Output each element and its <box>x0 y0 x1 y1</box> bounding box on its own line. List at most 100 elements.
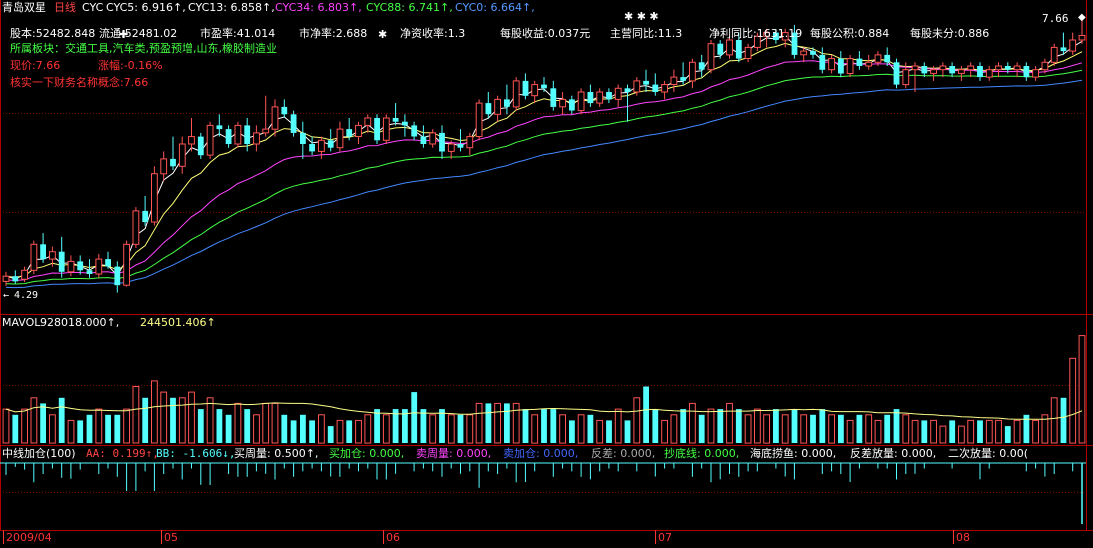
volume-bar-down[interactable] <box>290 420 297 443</box>
volume-bar-down[interactable] <box>170 397 176 443</box>
volume-bar-down[interactable] <box>12 414 19 444</box>
volume-bar-down[interactable] <box>587 414 594 444</box>
volume-bar-down[interactable] <box>420 409 427 443</box>
volume-bar-down[interactable] <box>680 409 687 443</box>
volume-bar-down[interactable] <box>281 414 288 444</box>
volume-bar-down[interactable] <box>810 414 816 444</box>
volume-bar-up[interactable] <box>1078 335 1086 444</box>
volume-bar-up[interactable] <box>30 397 38 444</box>
candle[interactable] <box>197 132 204 159</box>
volume-bar-down[interactable] <box>114 414 121 444</box>
candle[interactable] <box>846 54 854 78</box>
volume-bar-up[interactable] <box>531 414 539 444</box>
volume-bar-up[interactable] <box>865 414 873 444</box>
candle[interactable] <box>290 110 297 137</box>
stock-name[interactable]: 青岛双星 <box>2 0 46 14</box>
candle[interactable] <box>577 88 585 115</box>
volume-bar-up[interactable] <box>967 419 975 444</box>
candle[interactable] <box>206 121 214 159</box>
volume-bar-up[interactable] <box>95 408 103 444</box>
volume-bar-down[interactable] <box>439 409 445 443</box>
volume-bar-up[interactable] <box>151 380 158 444</box>
volume-bar-up[interactable] <box>475 402 483 444</box>
volume-bar-up[interactable] <box>49 414 56 444</box>
volume-bar-down[interactable] <box>225 414 232 444</box>
volume-bar-up[interactable] <box>1032 419 1039 444</box>
volume-bar-up[interactable] <box>494 402 502 444</box>
volume-bar-up[interactable] <box>447 414 455 444</box>
volume-bar-down[interactable] <box>1004 426 1011 443</box>
candle[interactable] <box>1050 43 1058 66</box>
volume-bar-up[interactable] <box>763 414 771 444</box>
volume-bar-down[interactable] <box>977 420 983 443</box>
volume-bar-down[interactable] <box>142 397 149 443</box>
candle[interactable] <box>512 77 520 111</box>
volume-bar-down[interactable] <box>643 386 649 444</box>
period-label[interactable]: 日线 <box>54 0 76 14</box>
volume-bar-down[interactable] <box>735 409 742 443</box>
volume-bar-down[interactable] <box>309 420 315 443</box>
volume-bar-down[interactable] <box>949 420 956 443</box>
volume-bar-up[interactable] <box>985 419 993 444</box>
volume-bar-down[interactable] <box>893 409 900 443</box>
volume-bar-down[interactable] <box>300 414 306 444</box>
volume-bar-up[interactable] <box>466 414 474 444</box>
volume-bar-up[interactable] <box>670 414 678 444</box>
volume-bar-up[interactable] <box>781 414 789 444</box>
volume-bar-up[interactable] <box>754 408 761 444</box>
volume-bar-up[interactable] <box>364 414 372 444</box>
volume-bar-down[interactable] <box>327 426 334 443</box>
volume-bar-up[interactable] <box>689 402 696 444</box>
volume-bar-down[interactable] <box>216 409 223 443</box>
volume-bar-down[interactable] <box>105 414 111 444</box>
volume-bar-up[interactable] <box>911 419 919 444</box>
volume-bar-down[interactable] <box>485 403 492 443</box>
candle[interactable] <box>475 99 483 141</box>
volume-bar-up[interactable] <box>958 425 965 444</box>
volume-bar-down[interactable] <box>884 414 891 444</box>
volume-bar-up[interactable] <box>726 402 733 444</box>
volume-bar-up[interactable] <box>336 419 344 444</box>
volume-bar-down[interactable] <box>652 409 659 443</box>
volume-bar-up[interactable] <box>930 419 938 444</box>
volume-bar-down[interactable] <box>244 409 251 443</box>
volume-bar-up[interactable] <box>2 408 10 444</box>
indicator-title[interactable]: 中线加仓(100) <box>2 446 76 460</box>
volume-bar-up[interactable] <box>123 408 130 444</box>
volume-bar-up[interactable] <box>1069 357 1077 444</box>
candle[interactable] <box>123 240 130 287</box>
volume-bar-down[interactable] <box>791 409 798 443</box>
volume-bar-down[interactable] <box>698 414 705 444</box>
volume-bar-up[interactable] <box>188 391 195 444</box>
volume-bar-up[interactable] <box>262 402 270 444</box>
candle[interactable] <box>382 114 390 144</box>
candle[interactable] <box>893 58 900 89</box>
volume-bar-down[interactable] <box>504 403 510 443</box>
volume-bar-up[interactable] <box>1013 419 1021 444</box>
volume-bar-up[interactable] <box>661 419 669 444</box>
volume-bar-down[interactable] <box>411 392 418 443</box>
volume-bar-down[interactable] <box>374 409 380 443</box>
volume-bar-up[interactable] <box>160 391 168 444</box>
volume-bar-down[interactable] <box>457 414 464 444</box>
volume-bar-down[interactable] <box>819 409 826 443</box>
volume-bar-up[interactable] <box>633 397 641 444</box>
volume-bar-up[interactable] <box>939 425 947 444</box>
volume-bar-down[interactable] <box>773 409 779 443</box>
candle[interactable] <box>234 121 242 148</box>
volume-bar-up[interactable] <box>614 408 622 444</box>
volume-bar-down[interactable] <box>541 409 547 443</box>
volume-bar-up[interactable] <box>21 408 29 444</box>
volume-bar-up[interactable] <box>355 419 362 444</box>
volume-bar-down[interactable] <box>921 420 928 443</box>
candle[interactable] <box>374 114 380 144</box>
volume-bar-up[interactable] <box>902 414 910 444</box>
volume-bar-up[interactable] <box>271 402 279 444</box>
volume-bar-up[interactable] <box>874 419 882 444</box>
volume-bar-up[interactable] <box>596 419 604 444</box>
candle[interactable] <box>707 40 715 74</box>
volume-bar-down[interactable] <box>40 403 46 443</box>
candle[interactable] <box>151 166 158 226</box>
volume-bar-down[interactable] <box>522 409 529 443</box>
volume-bar-up[interactable] <box>512 402 520 444</box>
